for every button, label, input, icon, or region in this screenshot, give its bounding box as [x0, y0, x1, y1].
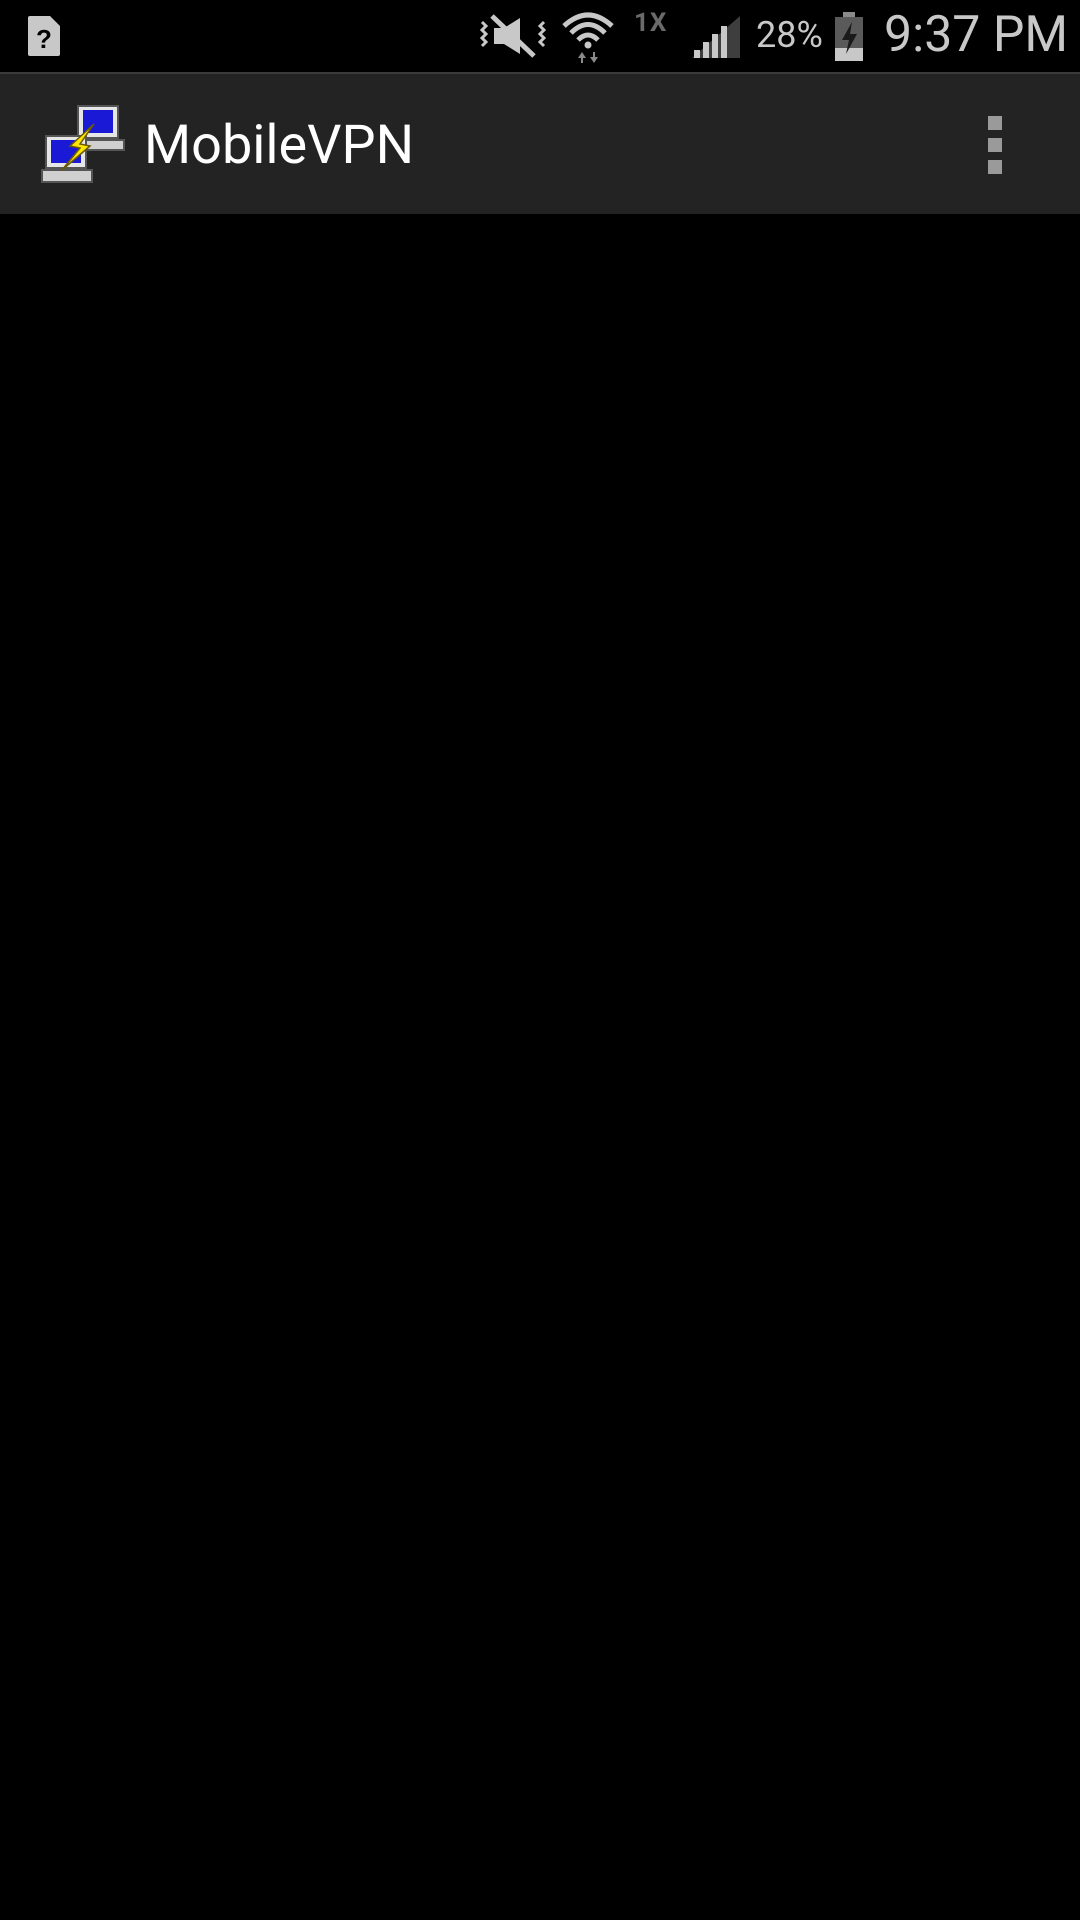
app-title: MobileVPN — [144, 114, 415, 177]
network-type-label: 1X — [634, 8, 668, 38]
svg-text:?: ? — [36, 24, 52, 54]
main-content — [0, 214, 1080, 1920]
signal-icon — [690, 14, 742, 64]
wifi-icon — [560, 8, 616, 68]
overflow-menu-button[interactable] — [960, 102, 1030, 188]
clock: 9:37 PM — [884, 6, 1069, 64]
networked-computers-icon[interactable] — [40, 100, 128, 194]
action-bar: MobileVPN — [0, 72, 1080, 214]
status-bar: ? 1X 28% 9:37 PM — [0, 0, 1080, 72]
sim-unknown-icon: ? — [26, 14, 62, 62]
battery-percent: 28% — [756, 14, 823, 56]
battery-charging-icon — [832, 12, 866, 66]
mute-vibrate-icon — [476, 12, 550, 64]
